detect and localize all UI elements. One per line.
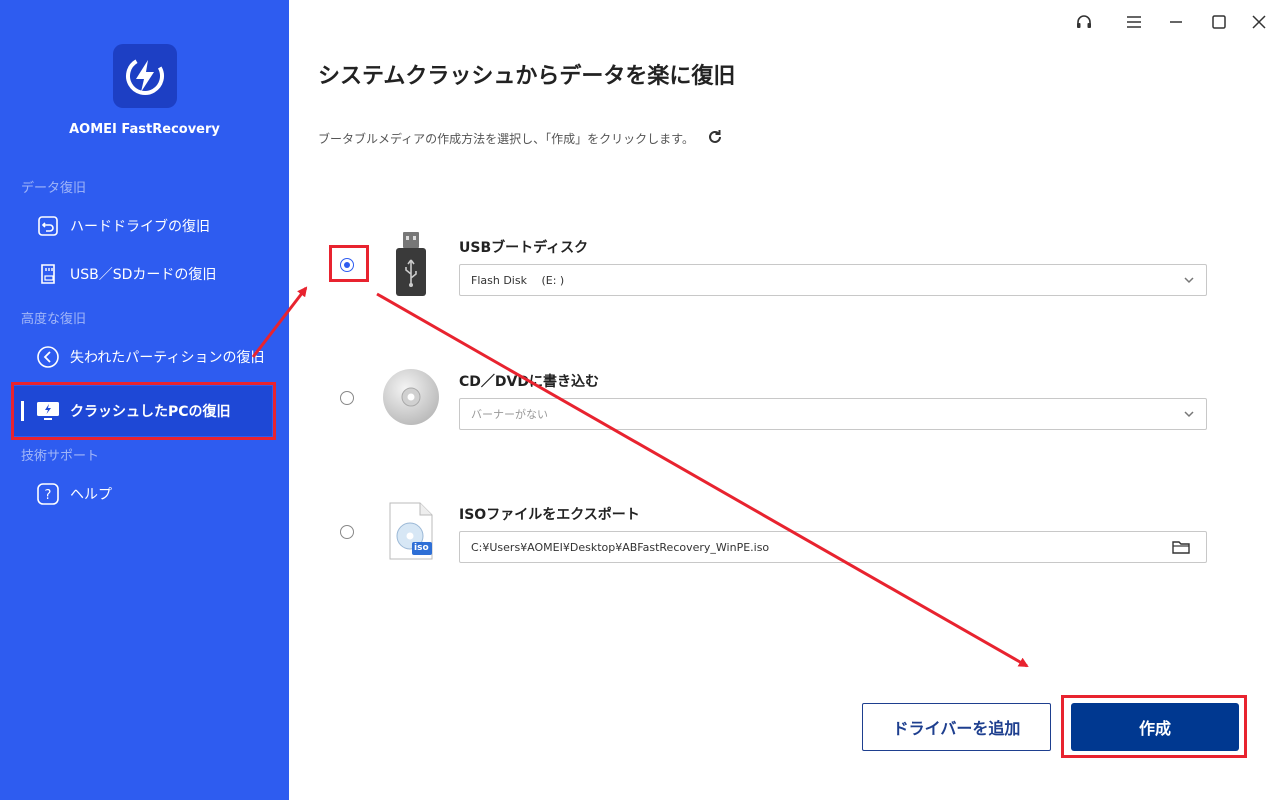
app-logo (113, 44, 177, 108)
cd-dvd-radio[interactable] (340, 391, 354, 405)
help-icon: ? (36, 482, 60, 506)
restore-icon (36, 214, 60, 238)
usb-drive-select[interactable]: Flash Disk (E: ) (459, 264, 1207, 296)
chevron-down-icon (1182, 273, 1196, 290)
sidebar-item-label: ハードドライブの復旧 (70, 219, 210, 235)
section-label-tech-support: 技術サポート (21, 449, 100, 464)
close-icon[interactable] (1247, 10, 1271, 34)
sd-card-icon (36, 262, 60, 286)
cd-disc-icon (382, 368, 440, 426)
iso-badge: iso (414, 543, 429, 553)
page-subtitle: ブータブルメディアの作成方法を選択し、「作成」をクリックします。 (318, 128, 724, 149)
svg-text:?: ? (45, 488, 52, 503)
highlight-box-radio (329, 245, 369, 282)
sidebar-item-help[interactable]: ? ヘルプ (36, 482, 112, 506)
section-label-advanced-recovery: 高度な復旧 (21, 312, 87, 327)
refresh-icon[interactable] (706, 128, 724, 149)
folder-icon[interactable] (1172, 539, 1190, 558)
add-driver-button[interactable]: ドライバーを追加 (862, 703, 1051, 751)
iso-export-label: ISOファイルをエクスポート (459, 507, 640, 523)
sidebar-item-lost-partition-recovery[interactable]: 失われたパーティションの復旧 (36, 345, 264, 369)
sidebar-item-label: ヘルプ (70, 487, 112, 503)
highlight-box-create (1061, 695, 1247, 758)
cd-dvd-label: CD／DVDに書き込む (459, 374, 599, 390)
sidebar-item-label: 失われたパーティションの復旧 (70, 350, 265, 366)
burner-placeholder: バーナーがない (471, 408, 548, 421)
iso-path-value: C:¥Users¥AOMEI¥Desktop¥ABFastRecovery_Wi… (471, 540, 770, 554)
app-name: AOMEI FastRecovery (69, 122, 220, 137)
usb-boot-disk-label: USBブートディスク (459, 240, 589, 256)
sidebar-item-usb-sd-recovery[interactable]: USB／SDカードの復旧 (36, 262, 216, 286)
minimize-icon[interactable] (1164, 10, 1188, 34)
sidebar-item-label: USB／SDカードの復旧 (70, 267, 217, 283)
iso-file-icon: iso (388, 502, 434, 560)
menu-icon[interactable] (1122, 10, 1146, 34)
usb-drive-icon (395, 230, 427, 298)
sidebar-item-hard-drive-recovery[interactable]: ハードドライブの復旧 (36, 214, 210, 238)
usb-drive-value: Flash Disk (E: ) (471, 274, 565, 287)
burner-select[interactable]: バーナーがない (459, 398, 1207, 430)
partition-icon (36, 345, 60, 369)
chevron-down-icon (1182, 407, 1196, 424)
page-title: システムクラッシュからデータを楽に復旧 (318, 64, 736, 89)
section-label-data-recovery: データ復旧 (21, 181, 87, 196)
highlight-box-sidebar (11, 382, 276, 440)
subtitle-text: ブータブルメディアの作成方法を選択し、「作成」をクリックします。 (318, 132, 694, 146)
headset-icon[interactable] (1072, 10, 1096, 34)
iso-export-radio[interactable] (340, 525, 354, 539)
lightning-bolt-icon (126, 57, 164, 95)
maximize-icon[interactable] (1207, 10, 1231, 34)
iso-path-field[interactable]: C:¥Users¥AOMEI¥Desktop¥ABFastRecovery_Wi… (459, 531, 1207, 563)
arrow-to-create (376, 292, 1029, 668)
